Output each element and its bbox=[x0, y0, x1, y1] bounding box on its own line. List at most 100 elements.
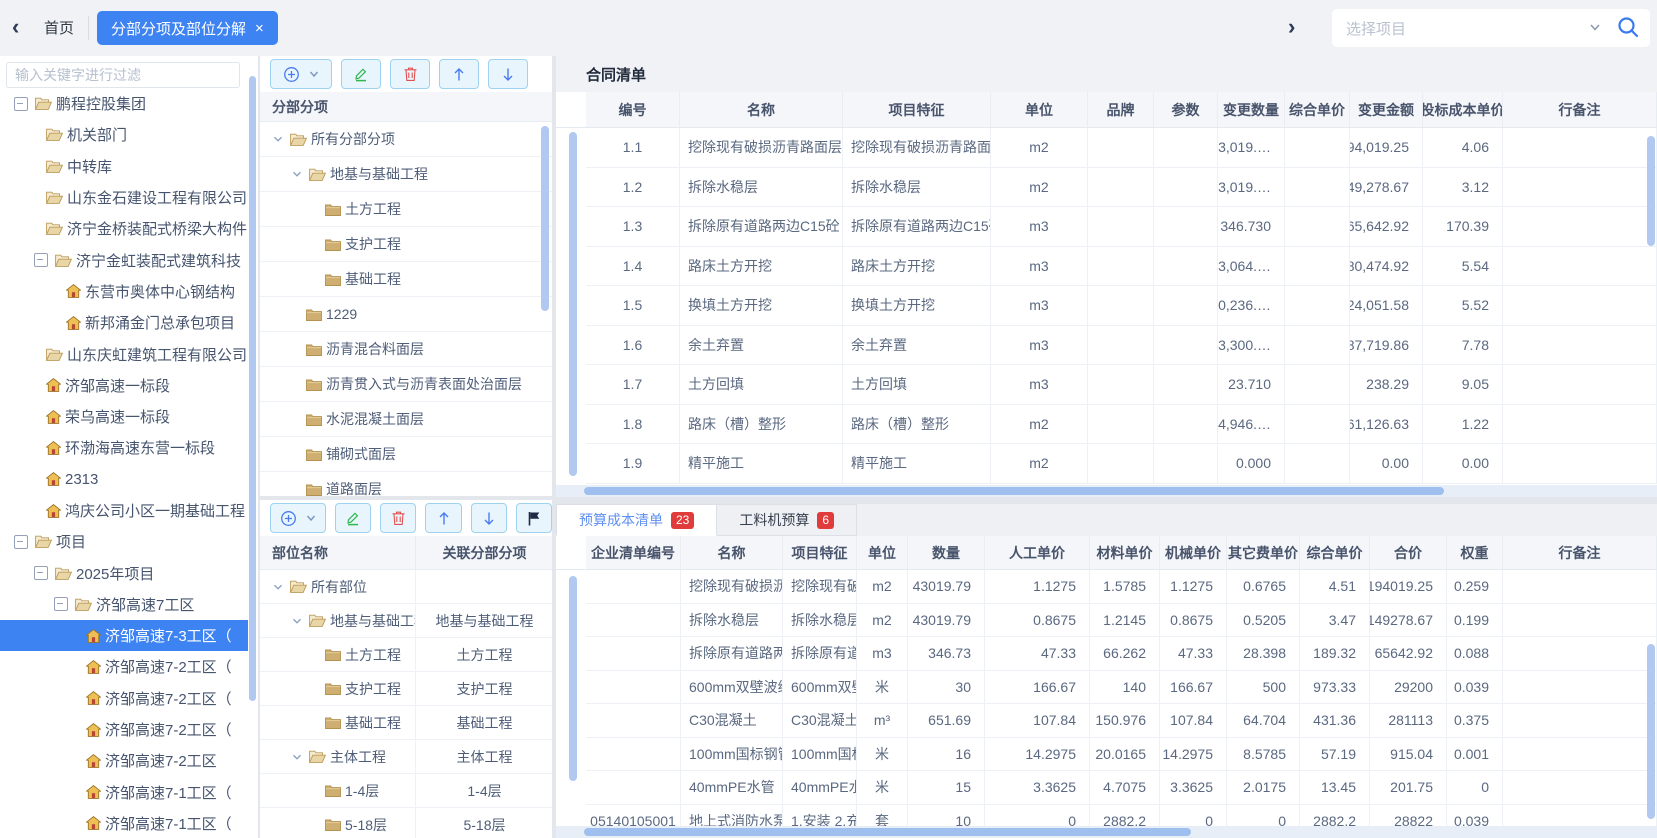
column-header[interactable]: 权重 bbox=[1447, 536, 1503, 570]
org-tree-item[interactable]: 东营市奥体中心钢结构 bbox=[0, 276, 248, 307]
budget-hscroll-thumb[interactable] bbox=[584, 828, 1191, 836]
fbfx-tree-item[interactable]: 基础工程 bbox=[260, 262, 552, 297]
bw-name-cell[interactable]: 土方工程 bbox=[260, 638, 415, 671]
caret-down-icon[interactable] bbox=[291, 168, 303, 180]
collapse-box-icon[interactable] bbox=[34, 253, 48, 267]
column-header[interactable]: 项目特征 bbox=[783, 536, 857, 570]
collapse-box-icon[interactable] bbox=[14, 535, 28, 549]
org-tree-item[interactable]: 2025年项目 bbox=[0, 557, 248, 588]
move-down-button[interactable] bbox=[471, 503, 507, 533]
table-row[interactable]: 600mm双壁波纹管600mm双壁波纹管米30166.67140166.6750… bbox=[556, 671, 1657, 705]
fbfx-tree-item[interactable]: 水泥混凝土面层 bbox=[260, 402, 552, 437]
column-header[interactable]: 合价 bbox=[1370, 536, 1447, 570]
table-row[interactable]: 拆除原有道路两边C15砼拆除原有道路两边C15砼m3346.7347.3366.… bbox=[556, 637, 1657, 671]
org-tree-item[interactable]: 鹏程控股集团 bbox=[0, 88, 248, 119]
org-tree-item[interactable]: 济宁金桥装配式桥梁大构件 bbox=[0, 213, 248, 244]
column-header[interactable]: 变更数量 bbox=[1218, 92, 1285, 128]
bw-tree-row[interactable]: 支护工程支护工程 bbox=[260, 672, 552, 706]
budget-tab-0[interactable]: 预算成本清单23 bbox=[556, 504, 717, 536]
flag-icon[interactable] bbox=[527, 511, 541, 526]
table-row[interactable]: 40mmPE水管40mmPE水管米153.36254.70753.36252.0… bbox=[556, 771, 1657, 805]
search-icon[interactable] bbox=[1616, 15, 1640, 42]
org-tree-item[interactable]: 济邹高速7-1工区（ bbox=[0, 808, 248, 838]
edit-icon[interactable] bbox=[353, 66, 369, 82]
bw-name-cell[interactable]: 主体工程 bbox=[260, 740, 415, 773]
chevron-down-icon[interactable] bbox=[308, 68, 320, 80]
tree-filter-input[interactable] bbox=[6, 62, 240, 88]
org-tree-item[interactable]: 机关部门 bbox=[0, 119, 248, 150]
bw-tree-row[interactable]: 土方工程土方工程 bbox=[260, 638, 552, 672]
table-row[interactable]: 1.6余土弃置余土弃置m333,300.…287,719.867.78 bbox=[556, 326, 1657, 366]
arrow-down-icon[interactable] bbox=[501, 67, 515, 82]
delete-button[interactable] bbox=[390, 59, 430, 89]
column-header[interactable]: 企业清单编号 bbox=[586, 536, 681, 570]
flag-button[interactable] bbox=[516, 503, 552, 533]
move-up-button[interactable] bbox=[425, 503, 461, 533]
column-header[interactable]: 参数 bbox=[1154, 92, 1218, 128]
org-tree-item[interactable]: 环渤海高速东营一标段 bbox=[0, 432, 248, 463]
arrow-up-icon[interactable] bbox=[437, 511, 451, 526]
column-header[interactable]: 综合单价 bbox=[1285, 92, 1350, 128]
table-row[interactable]: 挖除现有破损沥青路面层挖除现有破损沥青路面层m243019.791.12751.… bbox=[556, 570, 1657, 604]
caret-down-icon[interactable] bbox=[272, 581, 284, 593]
collapse-box-icon[interactable] bbox=[54, 597, 68, 611]
org-tree-item[interactable]: 济邹高速7-2工区（ bbox=[0, 714, 248, 745]
edit-button[interactable] bbox=[341, 59, 381, 89]
forward-icon[interactable]: › bbox=[1288, 14, 1295, 40]
budget-tab-1[interactable]: 工料机预算6 bbox=[717, 504, 857, 536]
org-tree-item[interactable]: 山东金石建设工程有限公司 bbox=[0, 182, 248, 213]
edit-button[interactable] bbox=[335, 503, 371, 533]
delete-icon[interactable] bbox=[391, 510, 406, 526]
sidebar-scrollbar[interactable] bbox=[249, 76, 256, 701]
table-row[interactable]: 1.5换填土方开挖换填土方开挖m320,236.…124,051.585.52 bbox=[556, 286, 1657, 326]
bw-tree-row[interactable]: 1-4层1-4层 bbox=[260, 774, 552, 808]
move-up-button[interactable] bbox=[439, 59, 479, 89]
tab-active[interactable]: 分部分项及部位分解 × bbox=[97, 11, 278, 45]
bw-name-cell[interactable]: 1-4层 bbox=[260, 774, 415, 807]
bw-tree-row[interactable]: 主体工程主体工程 bbox=[260, 740, 552, 774]
column-header[interactable]: 项目特征 bbox=[843, 92, 991, 128]
org-tree-item[interactable]: 济邹高速一标段 bbox=[0, 370, 248, 401]
contract-hscroll-track[interactable] bbox=[556, 485, 1657, 497]
column-header[interactable]: 投标成本单价 bbox=[1423, 92, 1503, 128]
bw-name-cell[interactable]: 5-18层 bbox=[260, 808, 415, 838]
org-tree-item[interactable]: 济邹高速7-2工区（ bbox=[0, 683, 248, 714]
budget-hscroll-track[interactable] bbox=[556, 826, 1657, 838]
column-header[interactable]: 人工单价 bbox=[985, 536, 1090, 570]
contract-hscroll-thumb[interactable] bbox=[584, 487, 1444, 495]
chevron-down-icon[interactable] bbox=[305, 512, 317, 524]
org-tree-item[interactable]: 济邹高速7-2工区 bbox=[0, 745, 248, 776]
table-row[interactable]: C30混凝土C30混凝土m³651.69107.84150.976107.846… bbox=[556, 704, 1657, 738]
arrow-down-icon[interactable] bbox=[482, 511, 496, 526]
fbfx-tree-item[interactable]: 所有分部分项 bbox=[260, 122, 552, 157]
column-header[interactable]: 品牌 bbox=[1088, 92, 1154, 128]
org-tree-item[interactable]: 济邹高速7-3工区（ bbox=[0, 620, 248, 651]
fbfx-tree-item[interactable]: 沥青贯入式与沥青表面处治面层 bbox=[260, 367, 552, 402]
org-tree-item[interactable]: 济邹高速7-1工区（ bbox=[0, 777, 248, 808]
column-header[interactable]: 综合单价 bbox=[1300, 536, 1370, 570]
arrow-up-icon[interactable] bbox=[452, 67, 466, 82]
table-row[interactable]: 1.4路床土方开挖路床土方开挖m313,064.…80,474.925.54 bbox=[556, 247, 1657, 287]
org-tree-item[interactable]: 2313 bbox=[0, 464, 248, 495]
edit-icon[interactable] bbox=[345, 510, 361, 526]
column-header[interactable]: 名称 bbox=[681, 536, 783, 570]
fbfx-tree-item[interactable]: 道路面层 bbox=[260, 472, 552, 496]
org-tree-item[interactable]: 项目 bbox=[0, 526, 248, 557]
table-row[interactable]: 100mm国标钢管100mm国标钢管米1614.297520.016514.29… bbox=[556, 738, 1657, 772]
table-row[interactable]: 1.7土方回填土方回填m323.710238.299.05 bbox=[556, 365, 1657, 405]
bw-name-cell[interactable]: 地基与基础工程 bbox=[260, 604, 415, 637]
add-icon[interactable] bbox=[280, 510, 297, 527]
column-header[interactable]: 变更金额 bbox=[1350, 92, 1423, 128]
column-header[interactable]: 其它费单价 bbox=[1227, 536, 1300, 570]
fbfx-tree-item[interactable]: 土方工程 bbox=[260, 192, 552, 227]
bw-name-cell[interactable]: 基础工程 bbox=[260, 706, 415, 739]
add-dropdown-button[interactable] bbox=[270, 59, 332, 89]
bw-tree-row[interactable]: 5-18层5-18层 bbox=[260, 808, 552, 838]
chevron-down-icon[interactable] bbox=[1588, 20, 1602, 37]
bw-tree-row[interactable]: 基础工程基础工程 bbox=[260, 706, 552, 740]
table-row[interactable]: 1.3拆除原有道路两边C15砼拆除原有道路两边C15砼m3346.73065,6… bbox=[556, 207, 1657, 247]
column-header[interactable]: 名称 bbox=[680, 92, 843, 128]
contract-left-scrollbar[interactable] bbox=[569, 132, 577, 476]
column-header[interactable]: 机械单价 bbox=[1160, 536, 1227, 570]
fbfx-tree-item[interactable]: 支护工程 bbox=[260, 227, 552, 262]
